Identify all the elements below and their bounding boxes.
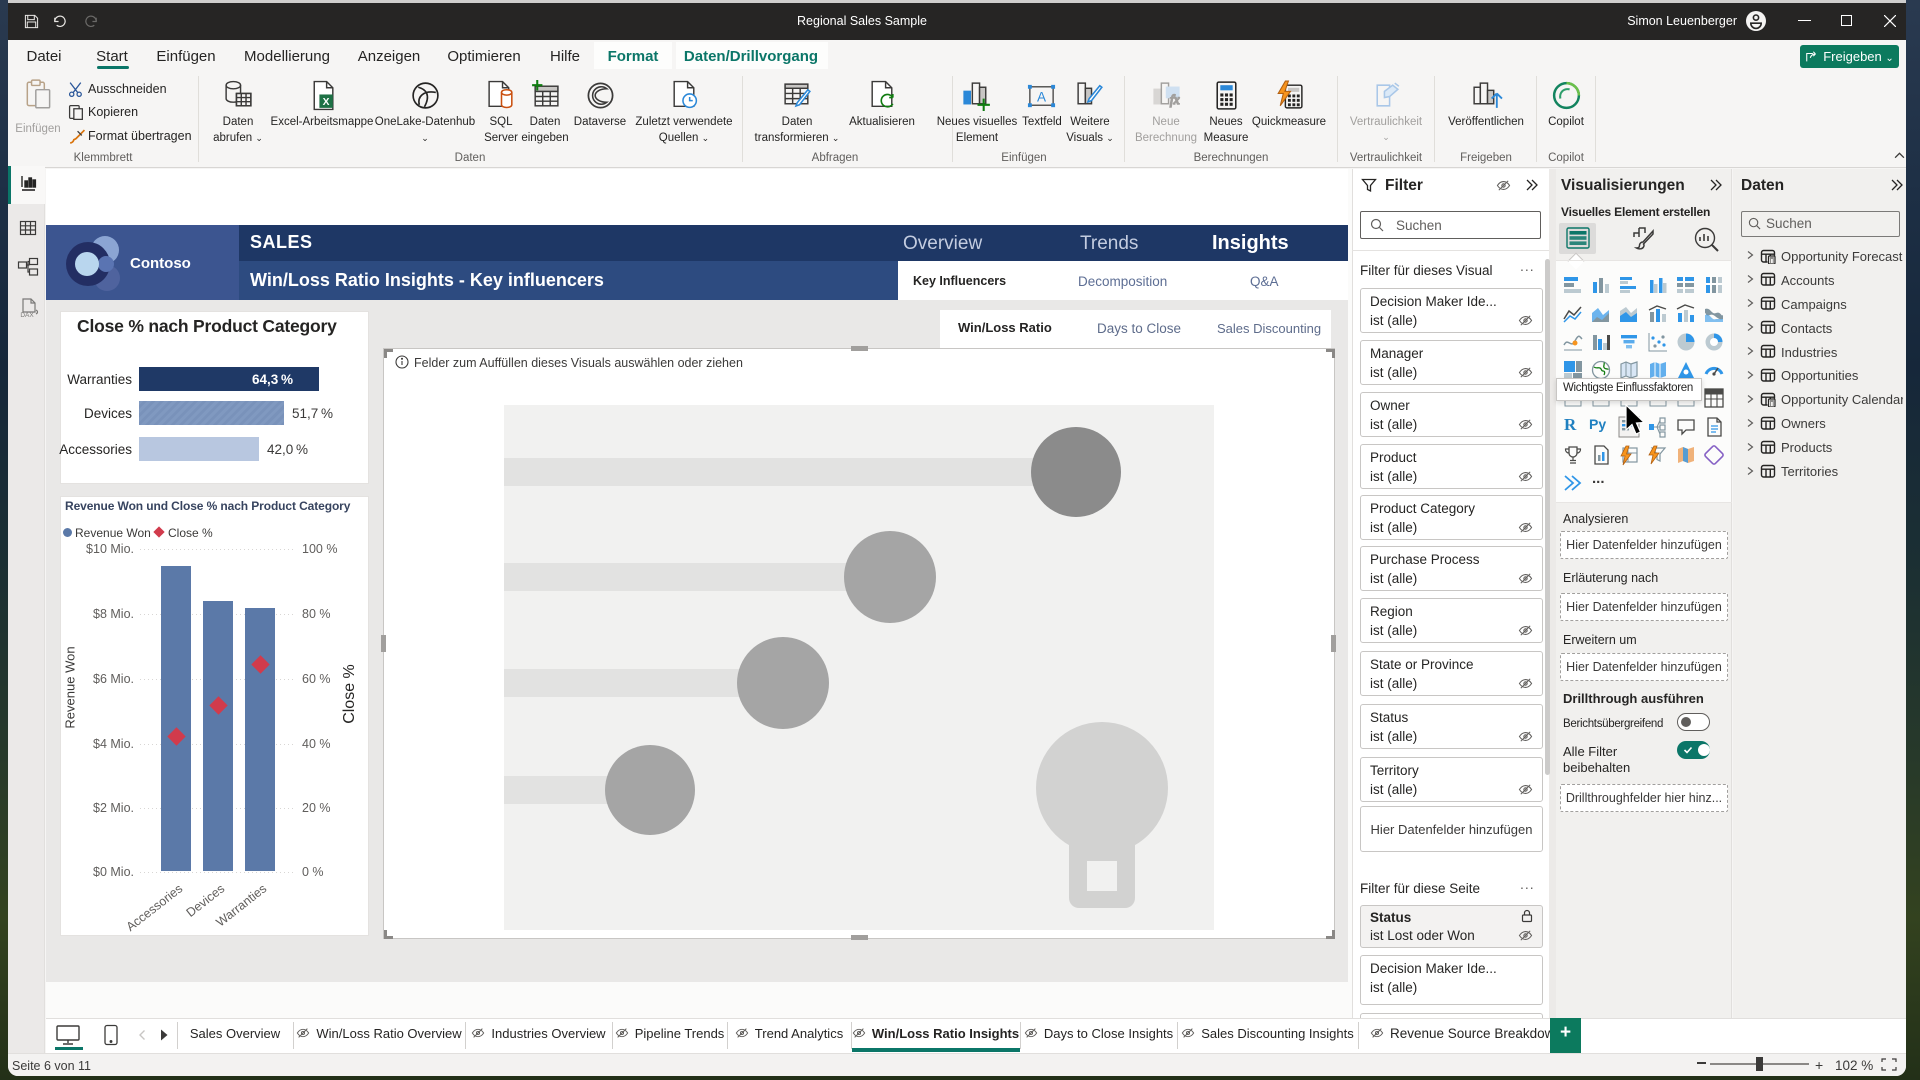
svg-text:fx: fx	[1170, 92, 1180, 107]
svg-text:DAX: DAX	[20, 312, 34, 319]
svg-text:A: A	[1037, 89, 1047, 104]
svg-text:X: X	[323, 97, 330, 108]
